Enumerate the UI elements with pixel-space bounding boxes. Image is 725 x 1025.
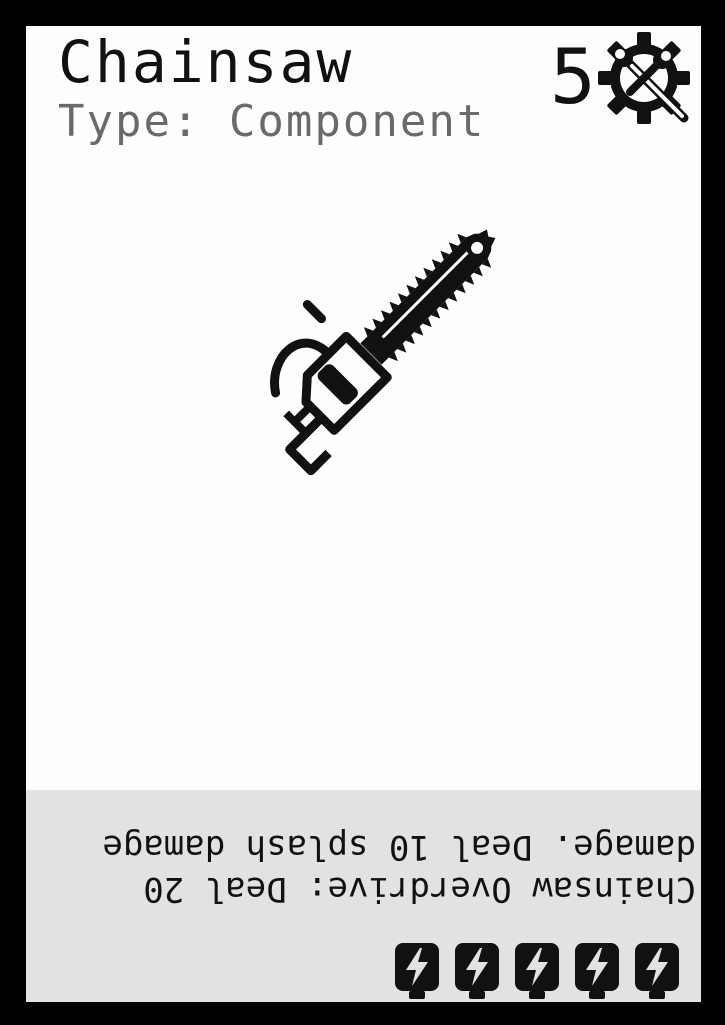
battery-bolt-icon bbox=[455, 943, 499, 999]
battery-bolt-icon bbox=[515, 943, 559, 999]
ability-panel: Chainsaw Overdrive: Deal 20 damage. Deal… bbox=[26, 790, 701, 1002]
energy-row bbox=[26, 790, 701, 1002]
card[interactable]: Chainsaw Type: Component 5 Chainsaw Over… bbox=[26, 26, 701, 1002]
card-title: Chainsaw bbox=[58, 28, 354, 96]
battery-bolt-icon bbox=[635, 943, 679, 999]
gear-wrench-icon bbox=[598, 32, 690, 124]
card-cost: 5 bbox=[550, 32, 596, 121]
chainsaw-icon bbox=[270, 229, 496, 476]
battery-bolt-icon bbox=[575, 943, 619, 999]
card-type: Type: Component bbox=[58, 96, 486, 147]
battery-bolt-icon bbox=[395, 943, 439, 999]
